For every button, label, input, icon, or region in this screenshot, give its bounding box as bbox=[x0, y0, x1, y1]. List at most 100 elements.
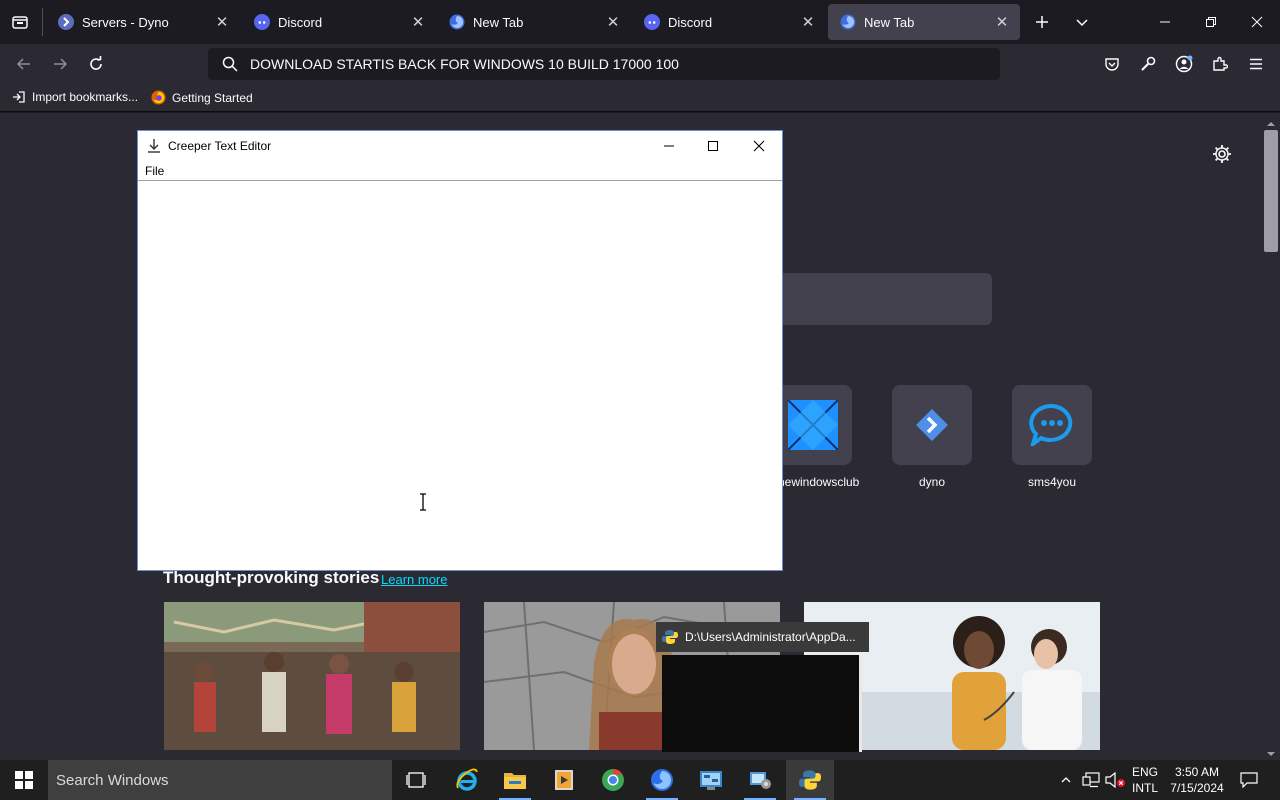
windows-taskbar: Search Windows ENG INTL 3:50 AM 7/15/202… bbox=[0, 760, 1280, 800]
menu-button[interactable] bbox=[1244, 52, 1268, 76]
search-icon bbox=[222, 56, 238, 72]
back-button[interactable] bbox=[12, 52, 36, 76]
editor-maximize-button[interactable] bbox=[690, 131, 736, 161]
tab-discord-1[interactable]: Discord ✕ bbox=[242, 4, 436, 40]
reload-button[interactable] bbox=[84, 52, 108, 76]
taskbar-control-panel[interactable] bbox=[687, 760, 735, 800]
taskbar-chrome[interactable] bbox=[589, 760, 637, 800]
bookmark-label: Import bookmarks... bbox=[32, 90, 139, 104]
triangle-down-icon bbox=[1267, 752, 1275, 756]
chrome-icon bbox=[602, 769, 624, 791]
windows-logo-icon bbox=[788, 400, 838, 450]
account-icon bbox=[1175, 55, 1193, 73]
close-icon[interactable]: ✕ bbox=[210, 13, 234, 31]
folder-icon bbox=[504, 773, 526, 789]
shortcut-thewindowsclub[interactable] bbox=[772, 385, 852, 465]
bookmark-import[interactable]: Import bookmarks... bbox=[12, 90, 138, 104]
close-icon[interactable]: ✕ bbox=[601, 13, 625, 31]
stories-heading: Thought-provoking stories bbox=[163, 568, 380, 587]
tab-title: Discord bbox=[278, 14, 323, 30]
menu-file[interactable]: File bbox=[145, 164, 164, 178]
tab-discord-2[interactable]: Discord ✕ bbox=[632, 4, 826, 40]
customize-button[interactable] bbox=[1136, 52, 1160, 76]
tab-new-tab-active[interactable]: New Tab ✕ bbox=[828, 4, 1020, 40]
taskbar-system-tool[interactable] bbox=[736, 760, 784, 800]
start-button[interactable] bbox=[0, 760, 48, 800]
tab-servers-dyno[interactable]: Servers - Dyno ✕ bbox=[46, 4, 240, 40]
media-player-icon bbox=[555, 770, 573, 790]
story-image bbox=[164, 602, 460, 750]
close-icon bbox=[1251, 16, 1263, 28]
restore-icon bbox=[1206, 17, 1216, 27]
restore-button[interactable] bbox=[1188, 0, 1234, 44]
new-tab-button[interactable] bbox=[1028, 8, 1056, 36]
taskbar-python[interactable] bbox=[786, 760, 834, 800]
taskbar-internet-explorer[interactable] bbox=[443, 760, 491, 800]
triangle-up-icon bbox=[1267, 122, 1275, 126]
url-text: DOWNLOAD STARTIS BACK FOR WINDOWS 10 BUI… bbox=[250, 56, 679, 72]
close-icon[interactable]: ✕ bbox=[796, 13, 820, 31]
learn-more-link[interactable]: Learn more bbox=[381, 572, 447, 587]
extensions-button[interactable] bbox=[1208, 52, 1232, 76]
editor-close-button[interactable] bbox=[736, 131, 782, 161]
editor-minimize-button[interactable] bbox=[646, 131, 692, 161]
task-view-button[interactable] bbox=[392, 760, 440, 800]
action-center-button[interactable] bbox=[1234, 760, 1264, 800]
volume-button[interactable] bbox=[1104, 760, 1126, 800]
minimize-icon bbox=[1160, 21, 1170, 23]
taskbar-firefox[interactable] bbox=[638, 760, 686, 800]
url-bar[interactable]: DOWNLOAD STARTIS BACK FOR WINDOWS 10 BUI… bbox=[208, 48, 1000, 80]
minimize-button[interactable] bbox=[1142, 0, 1188, 44]
language-secondary: INTL bbox=[1131, 781, 1158, 795]
list-all-tabs-button[interactable] bbox=[1068, 8, 1096, 36]
plus-icon bbox=[1036, 16, 1048, 28]
tab-bar: Servers - Dyno ✕ Discord ✕ New Tab ✕ Dis… bbox=[0, 0, 1280, 44]
text-cursor-icon bbox=[420, 493, 426, 511]
console-output bbox=[662, 655, 862, 752]
firefox-view-icon bbox=[12, 16, 28, 29]
maximize-icon bbox=[708, 141, 718, 151]
close-icon[interactable]: ✕ bbox=[990, 13, 1014, 31]
editor-titlebar[interactable]: Creeper Text Editor bbox=[138, 131, 782, 161]
scrollbar-thumb[interactable] bbox=[1264, 130, 1278, 252]
pocket-button[interactable] bbox=[1100, 52, 1124, 76]
story-card-1[interactable] bbox=[164, 602, 460, 750]
editor-text-area[interactable] bbox=[138, 182, 782, 570]
close-icon[interactable]: ✕ bbox=[406, 13, 430, 31]
console-window-preview[interactable]: D:\Users\Administrator\AppDa... bbox=[656, 622, 869, 752]
scroll-up-arrow[interactable] bbox=[1266, 116, 1276, 126]
network-button[interactable] bbox=[1080, 760, 1102, 800]
navigation-toolbar: DOWNLOAD STARTIS BACK FOR WINDOWS 10 BUI… bbox=[0, 44, 1280, 84]
input-language-indicator[interactable]: ENG INTL bbox=[1128, 760, 1162, 800]
shortcut-label: dyno bbox=[918, 475, 946, 489]
tab-title: New Tab bbox=[473, 14, 524, 30]
taskbar-search-box[interactable]: Search Windows bbox=[48, 760, 392, 800]
shortcut-sms4you[interactable] bbox=[1012, 385, 1092, 465]
show-hidden-icons-button[interactable] bbox=[1056, 760, 1076, 800]
firefox-icon bbox=[151, 90, 166, 105]
newtab-settings-button[interactable] bbox=[1211, 143, 1233, 165]
clock[interactable]: 3:50 AM 7/15/2024 bbox=[1164, 760, 1230, 800]
taskbar-file-explorer[interactable] bbox=[491, 760, 539, 800]
tab-new-tab-1[interactable]: New Tab ✕ bbox=[437, 4, 631, 40]
network-icon bbox=[1082, 772, 1100, 788]
discord-icon bbox=[644, 14, 660, 30]
console-titlebar: D:\Users\Administrator\AppDa... bbox=[656, 622, 869, 652]
firefox-view-button[interactable] bbox=[6, 8, 34, 36]
shortcut-dyno[interactable] bbox=[892, 385, 972, 465]
wrench-icon bbox=[1141, 56, 1156, 71]
task-view-icon bbox=[406, 772, 426, 788]
forward-button[interactable] bbox=[48, 52, 72, 76]
taskbar-media-player[interactable] bbox=[540, 760, 588, 800]
bookmark-getting-started[interactable]: Getting Started bbox=[151, 90, 253, 105]
python-icon bbox=[662, 630, 678, 644]
chat-bubble-icon bbox=[1029, 404, 1073, 446]
account-button[interactable] bbox=[1172, 52, 1196, 76]
close-window-button[interactable] bbox=[1234, 0, 1280, 44]
reload-icon bbox=[90, 56, 102, 70]
python-icon bbox=[799, 770, 821, 790]
computer-management-icon bbox=[750, 772, 771, 789]
arrow-left-icon bbox=[16, 58, 30, 70]
feather-icon bbox=[148, 139, 160, 153]
scroll-down-arrow[interactable] bbox=[1266, 746, 1276, 756]
